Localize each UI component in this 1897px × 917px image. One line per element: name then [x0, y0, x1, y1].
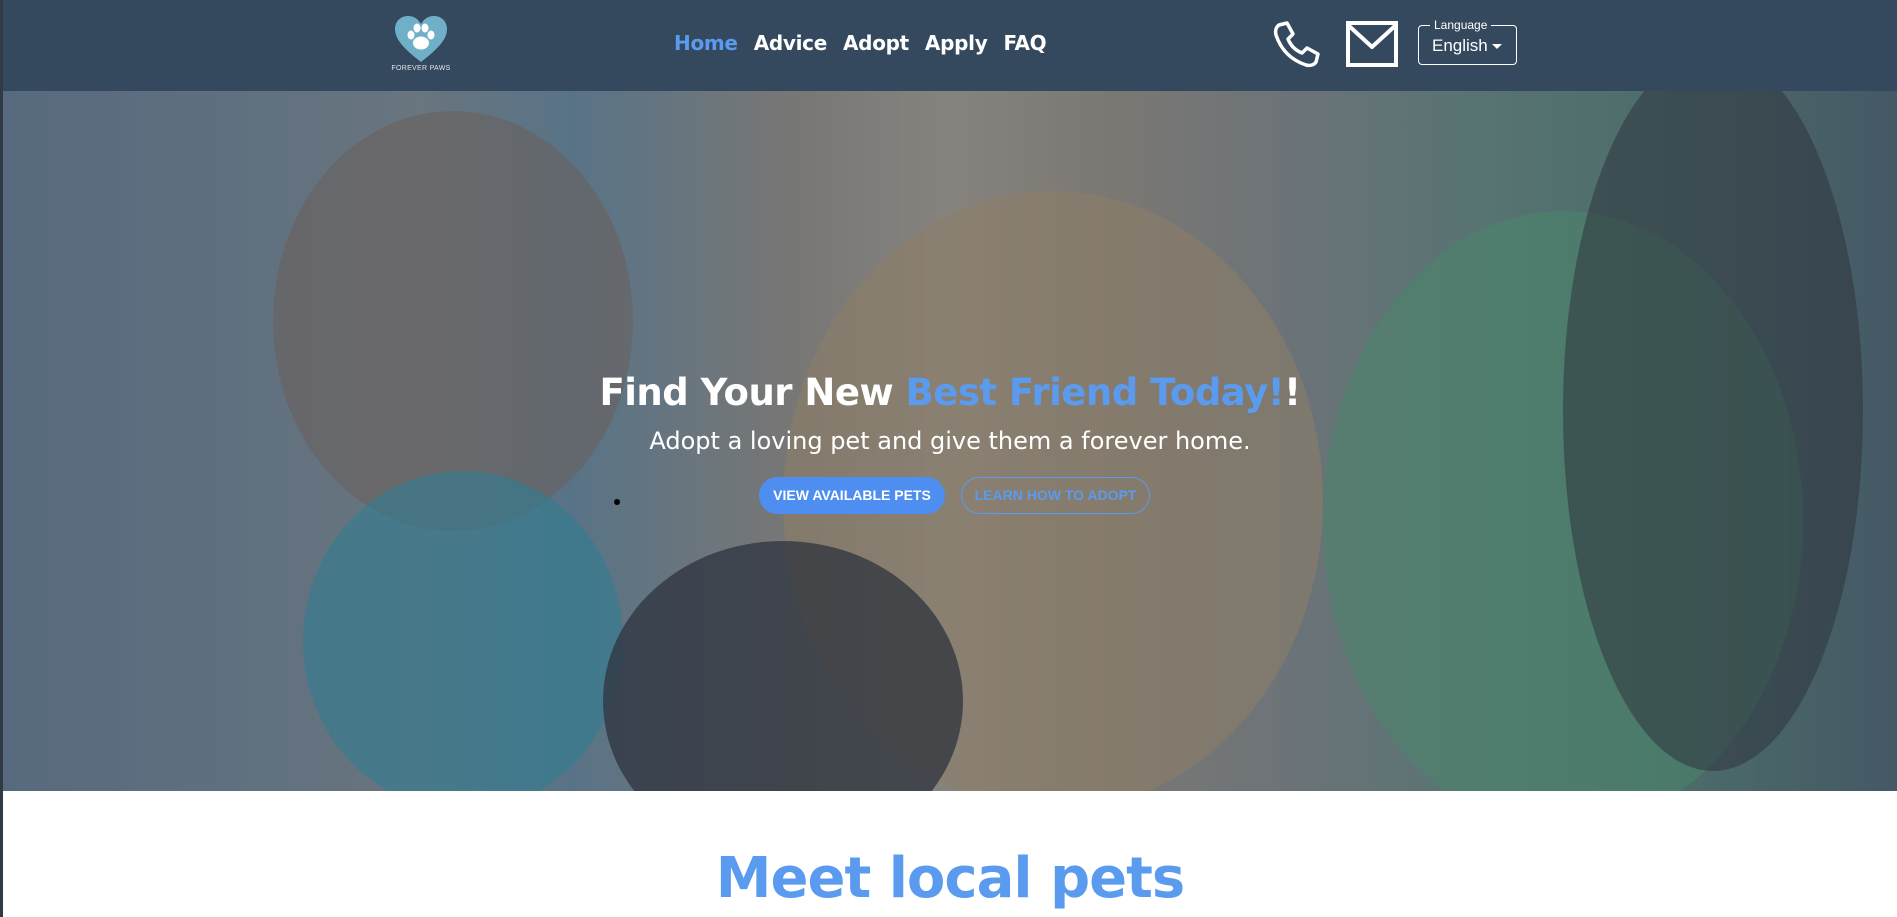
- logo-text: FOREVER PAWS: [391, 65, 451, 72]
- nav-faq[interactable]: FAQ: [1003, 31, 1046, 55]
- site-header: FOREVER PAWS Home Advice Adopt Apply FAQ…: [3, 0, 1897, 91]
- nav-home[interactable]: Home: [674, 31, 738, 55]
- nav-advice[interactable]: Advice: [754, 31, 828, 55]
- logo[interactable]: FOREVER PAWS: [391, 14, 451, 78]
- nav-apply[interactable]: Apply: [925, 31, 988, 55]
- paw-heart-icon: [395, 16, 447, 62]
- language-value: English: [1432, 36, 1488, 55]
- view-available-pets-button[interactable]: VIEW AVAILABLE PETS: [759, 477, 945, 514]
- section-title: Meet local pets: [715, 846, 1185, 911]
- language-select[interactable]: Language English: [1418, 18, 1517, 65]
- learn-how-to-adopt-button[interactable]: LEARN HOW TO ADOPT: [961, 477, 1150, 514]
- nav-adopt[interactable]: Adopt: [843, 31, 909, 55]
- hero-subtitle: Adopt a loving pet and give them a forev…: [649, 427, 1251, 455]
- phone-icon[interactable]: [1271, 19, 1321, 69]
- caret-down-icon: [1492, 44, 1502, 49]
- hero-title: Find Your New Best Friend Today!!: [599, 371, 1301, 414]
- cursor-dot: [614, 499, 620, 505]
- mail-icon[interactable]: [1345, 20, 1399, 68]
- language-label: Language: [1430, 18, 1492, 32]
- main-nav: Home Advice Adopt Apply FAQ: [674, 31, 1047, 55]
- page: FOREVER PAWS Home Advice Adopt Apply FAQ…: [0, 0, 1897, 917]
- hero-banner: Find Your New Best Friend Today!! Adopt …: [3, 91, 1897, 791]
